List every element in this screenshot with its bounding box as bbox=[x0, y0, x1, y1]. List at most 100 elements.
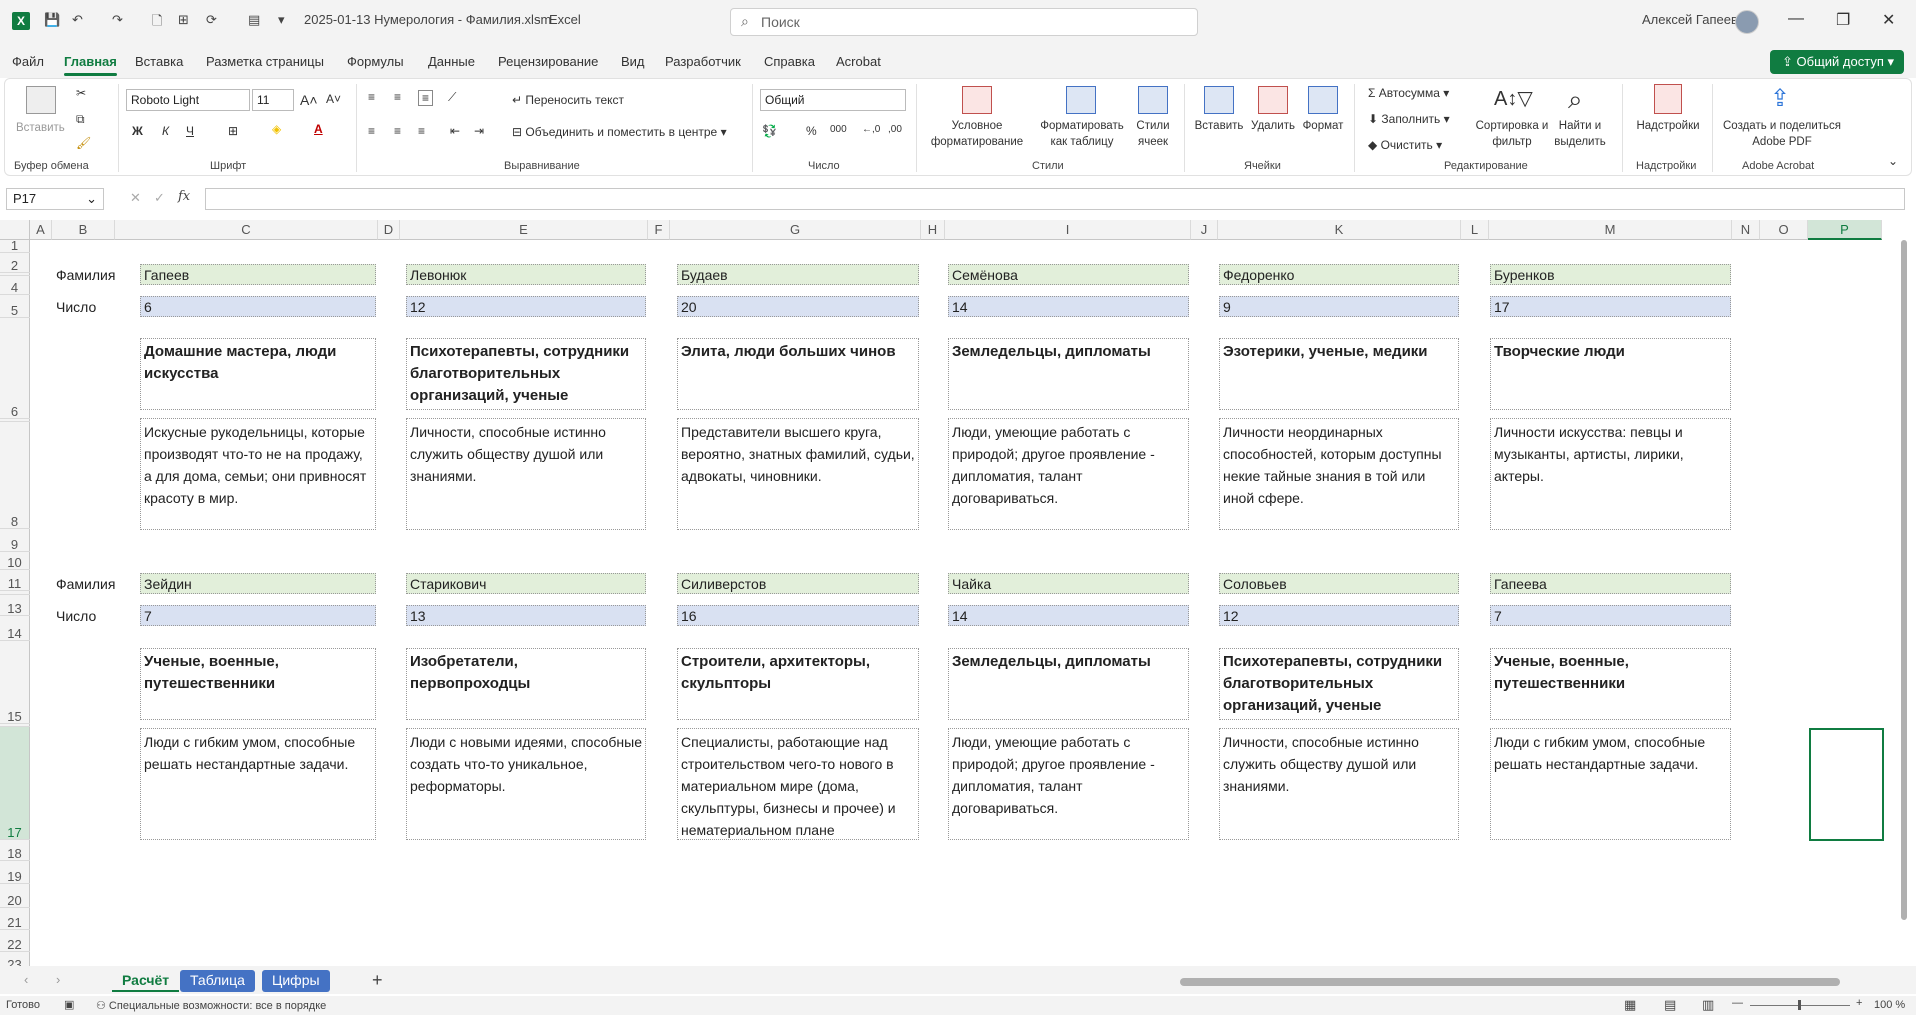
surname-cell[interactable]: Гапеева bbox=[1490, 573, 1731, 594]
border-icon[interactable]: ⊞ bbox=[228, 124, 238, 138]
font-size-select[interactable]: 11 bbox=[252, 89, 294, 111]
vertical-scrollbar[interactable] bbox=[1898, 240, 1910, 940]
category-title-cell[interactable]: Психотерапевты, сотрудники благотворител… bbox=[1219, 648, 1459, 720]
column-header[interactable]: J bbox=[1191, 220, 1218, 240]
surname-cell[interactable]: Левонюк bbox=[406, 264, 646, 285]
page-layout-icon[interactable]: ▤ bbox=[1664, 997, 1676, 1013]
indent-increase-icon[interactable]: ⇥ bbox=[474, 124, 484, 138]
surname-cell[interactable]: Семёнова bbox=[948, 264, 1189, 285]
enter-icon[interactable]: ✓ bbox=[154, 190, 165, 206]
category-title-cell[interactable]: Элита, люди больших чинов bbox=[677, 338, 919, 410]
column-header[interactable]: I bbox=[945, 220, 1191, 240]
macro-icon[interactable]: ▣ bbox=[64, 998, 74, 1011]
insert-cells-button[interactable]: Вставить bbox=[1192, 118, 1246, 134]
surname-cell[interactable]: Буренков bbox=[1490, 264, 1731, 285]
italic-icon[interactable]: К bbox=[162, 124, 169, 138]
category-title-cell[interactable]: Творческие люди bbox=[1490, 338, 1731, 410]
column-header[interactable]: O bbox=[1760, 220, 1808, 240]
category-title-cell[interactable]: Строители, архитекторы, скульпторы bbox=[677, 648, 919, 720]
align-bottom-icon[interactable]: ≡ bbox=[418, 90, 434, 106]
number-cell[interactable]: 17 bbox=[1490, 296, 1731, 317]
column-header[interactable]: C bbox=[115, 220, 378, 240]
wrap-text-button[interactable]: ↵ Переносить текст bbox=[512, 93, 624, 107]
category-description-cell[interactable]: Люди с гибким умом, способные решать нес… bbox=[140, 728, 376, 840]
column-header[interactable]: D bbox=[378, 220, 400, 240]
formula-input[interactable] bbox=[205, 188, 1905, 210]
category-description-cell[interactable]: Люди с новыми идеями, способные создать … bbox=[406, 728, 646, 840]
redo-icon[interactable]: ↷ bbox=[112, 12, 123, 28]
avatar[interactable] bbox=[1735, 10, 1759, 34]
active-cell-p17[interactable] bbox=[1809, 728, 1884, 841]
cancel-icon[interactable]: ✕ bbox=[130, 190, 141, 206]
column-header[interactable]: K bbox=[1218, 220, 1461, 240]
sheet-tab-calc[interactable]: Расчёт bbox=[112, 970, 180, 992]
align-center-icon[interactable]: ≡ bbox=[394, 124, 401, 138]
row-header[interactable]: 9 bbox=[0, 529, 30, 552]
orientation-icon[interactable]: ⟋ bbox=[448, 90, 456, 105]
fill-color-icon[interactable]: ◈ bbox=[272, 122, 281, 136]
category-title-cell[interactable]: Земледельцы, дипломаты bbox=[948, 648, 1189, 720]
user-name[interactable]: Алексей Гапеев bbox=[1642, 12, 1738, 27]
category-description-cell[interactable]: Представители высшего круга, вероятно, з… bbox=[677, 418, 919, 530]
find-select-button[interactable]: Найти и выделить bbox=[1548, 118, 1612, 150]
row-header[interactable]: 20 bbox=[0, 884, 30, 908]
number-cell[interactable]: 6 bbox=[140, 296, 376, 317]
decimal-decrease-icon[interactable]: ,00 bbox=[888, 124, 902, 135]
new-file-icon[interactable]: 🗋 bbox=[152, 12, 162, 34]
row-header[interactable]: 17 bbox=[0, 727, 30, 840]
font-grow-icon[interactable]: A˄ bbox=[300, 92, 318, 108]
category-title-cell[interactable]: Ученые, военные, путешественники bbox=[140, 648, 376, 720]
number-format-select[interactable]: Общий bbox=[760, 89, 906, 111]
decimal-increase-icon[interactable]: ←,0 bbox=[862, 124, 880, 135]
search-input[interactable]: ⌕ Поиск bbox=[730, 8, 1198, 36]
category-title-cell[interactable]: Эзотерики, ученые, медики bbox=[1219, 338, 1459, 410]
surname-cell[interactable]: Федоренко bbox=[1219, 264, 1459, 285]
tab-review[interactable]: Рецензирование bbox=[498, 54, 598, 69]
row-header[interactable]: 18 bbox=[0, 840, 30, 861]
column-header[interactable]: P bbox=[1808, 220, 1882, 240]
column-header[interactable]: F bbox=[648, 220, 670, 240]
category-description-cell[interactable]: Люди с гибким умом, способные решать нес… bbox=[1490, 728, 1731, 840]
fill-button[interactable]: ⬇ Заполнить ▾ bbox=[1368, 112, 1450, 126]
row-header[interactable]: 6 bbox=[0, 318, 30, 419]
column-header[interactable]: L bbox=[1461, 220, 1489, 240]
category-title-cell[interactable]: Домашние мастера, люди искусства bbox=[140, 338, 376, 410]
category-title-cell[interactable]: Земледельцы, дипломаты bbox=[948, 338, 1189, 410]
align-middle-icon[interactable]: ≡ bbox=[394, 90, 401, 104]
row-header[interactable]: 2 bbox=[0, 253, 30, 273]
tab-developer[interactable]: Разработчик bbox=[665, 54, 741, 69]
paste-icon[interactable] bbox=[26, 86, 56, 114]
undo-icon[interactable]: ↶ bbox=[72, 12, 83, 28]
number-cell[interactable]: 7 bbox=[1490, 605, 1731, 626]
underline-icon[interactable]: Ч bbox=[186, 124, 194, 138]
row-header[interactable]: 8 bbox=[0, 422, 30, 529]
name-box[interactable]: P17 ⌄ bbox=[6, 188, 104, 210]
sort-filter-button[interactable]: Сортировка и фильтр bbox=[1474, 118, 1550, 150]
category-description-cell[interactable]: Личности, способные истинно служить обще… bbox=[1219, 728, 1459, 840]
tab-page-layout[interactable]: Разметка страницы bbox=[206, 54, 324, 69]
page-break-icon[interactable]: ▥ bbox=[1702, 997, 1714, 1013]
next-sheet-icon[interactable]: › bbox=[56, 972, 60, 987]
number-cell[interactable]: 14 bbox=[948, 605, 1189, 626]
share-button[interactable]: ⇪ Общий доступ ▾ bbox=[1770, 50, 1904, 74]
number-cell[interactable]: 16 bbox=[677, 605, 919, 626]
tab-file[interactable]: Файл bbox=[12, 54, 44, 69]
delete-cells-button[interactable]: Удалить bbox=[1248, 118, 1298, 134]
sheet-tab-table[interactable]: Таблица bbox=[180, 970, 255, 992]
align-right-icon[interactable]: ≡ bbox=[418, 124, 425, 138]
category-description-cell[interactable]: Люди, умеющие работать с природой; друго… bbox=[948, 728, 1189, 840]
cell-styles-button[interactable]: Стили ячеек bbox=[1130, 118, 1176, 150]
category-description-cell[interactable]: Специалисты, работающие над строительств… bbox=[677, 728, 919, 840]
fx-icon[interactable]: fx bbox=[178, 189, 190, 204]
column-header[interactable]: A bbox=[30, 220, 52, 240]
row-header[interactable]: 11 bbox=[0, 570, 30, 591]
borders-icon[interactable]: ⊞ bbox=[178, 12, 189, 28]
add-sheet-icon[interactable]: + bbox=[372, 970, 383, 991]
surname-cell[interactable]: Будаев bbox=[677, 264, 919, 285]
surname-cell[interactable]: Гапеев bbox=[140, 264, 376, 285]
align-left-icon[interactable]: ≡ bbox=[368, 124, 375, 138]
number-cell[interactable]: 13 bbox=[406, 605, 646, 626]
category-description-cell[interactable]: Личности, способные истинно служить обще… bbox=[406, 418, 646, 530]
number-cell[interactable]: 9 bbox=[1219, 296, 1459, 317]
category-title-cell[interactable]: Ученые, военные, путешественники bbox=[1490, 648, 1731, 720]
